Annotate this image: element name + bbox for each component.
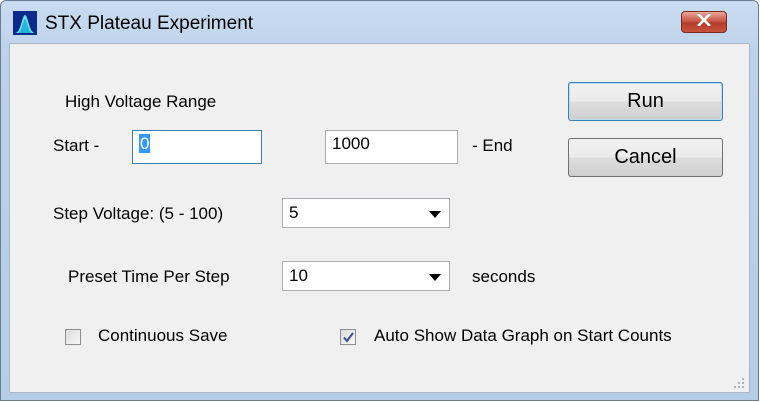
preset-time-value: 10 — [289, 266, 308, 285]
run-button-label: Run — [627, 90, 664, 112]
step-voltage-value: 5 — [289, 203, 299, 222]
continuous-save-label[interactable]: Continuous Save — [98, 326, 227, 346]
auto-show-graph-checkbox[interactable] — [340, 329, 356, 345]
preset-time-label: Preset Time Per Step — [68, 267, 230, 286]
continuous-save-checkbox[interactable] — [65, 329, 81, 345]
step-voltage-select[interactable]: 5 — [282, 198, 450, 228]
start-label: Start - — [53, 136, 100, 155]
start-voltage-input[interactable]: 0 — [132, 130, 262, 164]
hv-range-heading: High Voltage Range — [65, 92, 217, 111]
start-voltage-value: 0 — [139, 134, 151, 153]
end-voltage-input[interactable]: 1000 — [325, 130, 458, 164]
dialog-client-area: High Voltage Range Start - 0 1000 - End … — [9, 43, 750, 393]
chevron-down-icon — [429, 274, 441, 281]
plateau-curve-icon — [13, 11, 37, 35]
dialog-window: STX Plateau Experiment High Voltage Rang… — [0, 0, 759, 401]
seconds-unit-label: seconds — [472, 267, 536, 286]
title-bar[interactable]: STX Plateau Experiment — [1, 1, 758, 43]
preset-time-select[interactable]: 10 — [282, 261, 450, 291]
close-x-icon — [697, 13, 711, 31]
checkmark-icon — [343, 332, 354, 343]
chevron-down-icon — [429, 211, 441, 218]
cancel-button[interactable]: Cancel — [568, 138, 723, 177]
cancel-button-label: Cancel — [614, 146, 677, 168]
run-button[interactable]: Run — [568, 82, 723, 121]
end-label: - End — [472, 136, 513, 155]
window-title: STX Plateau Experiment — [45, 13, 254, 34]
close-button[interactable] — [681, 11, 727, 33]
resize-grip-icon[interactable] — [733, 376, 745, 388]
step-voltage-label: Step Voltage: (5 - 100) — [53, 204, 224, 223]
auto-show-graph-label[interactable]: Auto Show Data Graph on Start Counts — [374, 326, 672, 346]
end-voltage-value: 1000 — [332, 134, 370, 153]
